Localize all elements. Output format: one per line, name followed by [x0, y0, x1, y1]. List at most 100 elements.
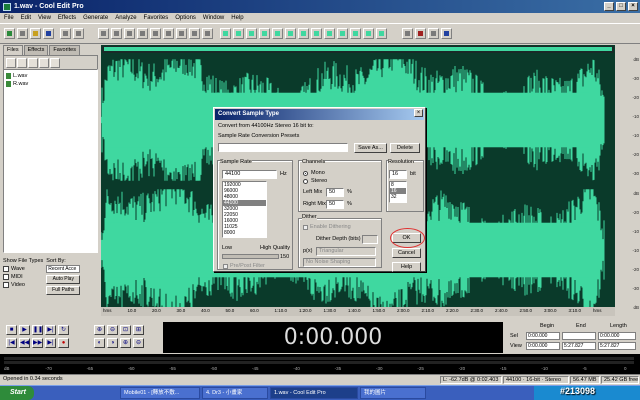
- view-begin-field[interactable]: 0:00.000: [526, 342, 560, 350]
- insert-icon[interactable]: [39, 57, 49, 68]
- zoom-selection-icon[interactable]: ⊞: [133, 325, 144, 335]
- go-to-start-button[interactable]: |◀: [6, 338, 17, 348]
- record-button[interactable]: ●: [58, 338, 69, 348]
- zoom-out-vertical-icon[interactable]: ⊖: [133, 338, 144, 348]
- menu-edit[interactable]: Edit: [21, 15, 31, 21]
- list-item[interactable]: L.wav: [6, 72, 95, 80]
- loop-button[interactable]: ↻: [58, 325, 69, 335]
- mix-paste-icon[interactable]: [111, 28, 122, 39]
- zoom-out-icon[interactable]: ⊖: [107, 325, 118, 335]
- auto-play-button[interactable]: Auto Play: [46, 275, 81, 284]
- normalize-icon[interactable]: [246, 28, 257, 39]
- full-paths-button[interactable]: Full Paths: [46, 286, 81, 295]
- sel-begin-field[interactable]: 0:00.000: [526, 332, 560, 340]
- menu-file[interactable]: File: [4, 15, 14, 21]
- prefilter-checkbox[interactable]: [223, 264, 228, 269]
- noise-reduction-icon[interactable]: [350, 28, 361, 39]
- overview-range-bar[interactable]: [104, 47, 612, 51]
- pitch-icon[interactable]: [363, 28, 374, 39]
- stop-button[interactable]: ■: [6, 325, 17, 335]
- reverb-icon[interactable]: [298, 28, 309, 39]
- dialog-close-icon[interactable]: ×: [414, 109, 423, 117]
- sel-length-field[interactable]: 0:00.000: [598, 332, 636, 340]
- cancel-button[interactable]: Cancel: [392, 248, 421, 258]
- task-my-pictures[interactable]: 我的圖片: [360, 387, 426, 399]
- menu-help[interactable]: Help: [231, 15, 243, 21]
- maximize-button[interactable]: □: [616, 2, 626, 11]
- undo-icon[interactable]: [137, 28, 148, 39]
- amplify-icon[interactable]: [259, 28, 270, 39]
- menu-view[interactable]: View: [38, 15, 51, 21]
- dither-depth-input[interactable]: [362, 235, 378, 244]
- echo-icon[interactable]: [285, 28, 296, 39]
- sort-by-dropdown[interactable]: Recent Acce: [46, 265, 81, 273]
- enable-dither-checkbox[interactable]: [303, 225, 308, 230]
- menu-favorites[interactable]: Favorites: [144, 15, 169, 21]
- eq-icon[interactable]: [337, 28, 348, 39]
- noise-shaping-dropdown[interactable]: No Noise Shaping: [303, 258, 376, 267]
- envelope-icon[interactable]: [220, 28, 231, 39]
- zoom-right-icon[interactable]: ◑: [107, 338, 118, 348]
- delay-icon[interactable]: [311, 28, 322, 39]
- waveform-view-icon[interactable]: [202, 28, 213, 39]
- play-to-end-button[interactable]: ▶|: [45, 325, 56, 335]
- sel-end-field[interactable]: [562, 332, 596, 340]
- zoom-in-icon[interactable]: ⊕: [94, 325, 105, 335]
- stretch-icon[interactable]: [233, 28, 244, 39]
- zoom-full-icon[interactable]: ⊡: [120, 325, 131, 335]
- cue-icon[interactable]: [176, 28, 187, 39]
- trim-icon[interactable]: [124, 28, 135, 39]
- list-item[interactable]: 8000: [223, 230, 266, 236]
- chorus-icon[interactable]: [376, 28, 387, 39]
- record-settings-icon[interactable]: [415, 28, 426, 39]
- resolution-input[interactable]: 16: [389, 170, 407, 179]
- wave-type-checkbox[interactable]: Wave: [3, 265, 43, 273]
- menu-effects[interactable]: Effects: [58, 15, 76, 21]
- task-cooledit[interactable]: 1.wav - Cool Edit Pro: [270, 387, 358, 399]
- fast-forward-button[interactable]: ▶▶: [32, 338, 43, 348]
- sample-rate-input[interactable]: 44100: [222, 170, 277, 179]
- midi-type-checkbox[interactable]: MIDI: [3, 273, 43, 281]
- copy-icon[interactable]: [73, 28, 84, 39]
- file-list[interactable]: L.wav R.wav: [3, 69, 98, 253]
- delete-button[interactable]: Delete: [390, 143, 420, 153]
- open-file-icon[interactable]: [30, 28, 41, 39]
- menu-generate[interactable]: Generate: [83, 15, 108, 21]
- new-file-icon[interactable]: [17, 28, 28, 39]
- tab-favorites[interactable]: Favorites: [49, 45, 80, 55]
- presets-dropdown[interactable]: [218, 143, 348, 152]
- tab-files[interactable]: Files: [3, 45, 23, 55]
- start-button[interactable]: Start: [0, 386, 34, 400]
- rewind-button[interactable]: ◀◀: [19, 338, 30, 348]
- edit-icon[interactable]: [50, 57, 60, 68]
- paste-icon[interactable]: [98, 28, 109, 39]
- menu-analyze[interactable]: Analyze: [115, 15, 136, 21]
- pdf-dropdown[interactable]: Triangular: [316, 247, 376, 256]
- pause-button[interactable]: ❚❚: [32, 325, 43, 335]
- view-length-field[interactable]: 5:27.827: [598, 342, 636, 350]
- zoom-left-icon[interactable]: ◐: [94, 338, 105, 348]
- close-button[interactable]: ×: [628, 2, 638, 11]
- tab-effects[interactable]: Effects: [23, 45, 49, 55]
- quality-slider[interactable]: [222, 254, 279, 259]
- task-mobile01[interactable]: Mobile01 - [釋放不敷...: [120, 387, 200, 399]
- cd-icon[interactable]: [428, 28, 439, 39]
- minimize-button[interactable]: _: [604, 2, 614, 11]
- mono-radio[interactable]: [303, 171, 308, 176]
- multitrack-icon[interactable]: [4, 28, 15, 39]
- help-button[interactable]: Help: [392, 262, 421, 272]
- import-icon[interactable]: [17, 57, 27, 68]
- task-paint[interactable]: 4. Dr3 - 小畫家: [202, 387, 268, 399]
- open-icon[interactable]: [6, 57, 16, 68]
- spectral-view-icon[interactable]: [189, 28, 200, 39]
- go-to-end-button[interactable]: ▶|: [45, 338, 56, 348]
- save-file-icon[interactable]: [43, 28, 54, 39]
- video-type-checkbox[interactable]: Video: [3, 281, 43, 289]
- right-mix-input[interactable]: 50: [326, 200, 344, 209]
- stereo-radio[interactable]: [303, 179, 308, 184]
- list-item[interactable]: R.wav: [6, 80, 95, 88]
- sample-rate-list[interactable]: 192000 96000 48000 44100 32000 22050 160…: [222, 181, 267, 238]
- play-button[interactable]: ▶: [19, 325, 30, 335]
- menu-window[interactable]: Window: [203, 15, 224, 21]
- save-as-button[interactable]: Save As...: [354, 143, 387, 153]
